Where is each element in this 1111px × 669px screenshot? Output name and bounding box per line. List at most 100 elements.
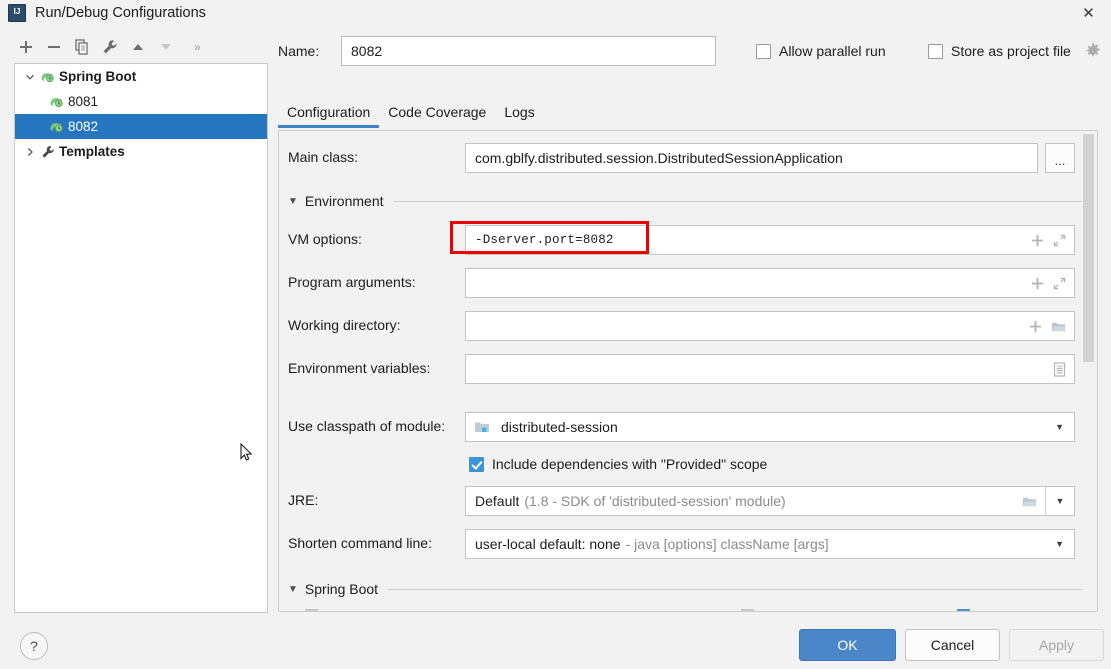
store-as-project-file-checkbox[interactable]: Store as project file (928, 43, 1071, 59)
checkbox-box (756, 43, 771, 59)
form-scrollbar-track[interactable] (1082, 132, 1096, 611)
plus-icon[interactable] (1029, 320, 1042, 333)
name-row: Name: 8082 Allow parallel run Store as p… (278, 36, 1098, 68)
folder-icon[interactable] (1051, 320, 1066, 333)
expand-icon[interactable] (1053, 234, 1066, 247)
store-as-project-file-label: Store as project file (951, 43, 1071, 59)
configuration-form-panel: Main class: com.gblfy.distributed.sessio… (278, 130, 1098, 612)
vm-options-field-icons (1031, 234, 1074, 247)
checkbox-box[interactable] (305, 609, 318, 611)
environment-variables-input[interactable] (465, 354, 1075, 384)
spring-boot-icon (48, 119, 66, 135)
main-class-input[interactable]: com.gblfy.distributed.session.Distribute… (465, 143, 1038, 173)
environment-variables-row: Environment variables: (279, 354, 1097, 384)
expand-icon[interactable] (1053, 277, 1066, 290)
jre-browse-icon-wrap (1022, 495, 1045, 508)
configurations-tree[interactable]: Spring Boot 8081 8082 Templates (14, 63, 268, 613)
program-arguments-label: Program arguments: (288, 274, 416, 290)
tab-code-coverage[interactable]: Code Coverage (379, 100, 495, 126)
vm-options-value: -Dserver.port=8082 (475, 233, 614, 247)
edit-templates-wrench-icon[interactable] (96, 33, 124, 61)
tree-node-spring-boot[interactable]: Spring Boot (15, 64, 267, 89)
include-provided-scope-label: Include dependencies with "Provided" sco… (492, 456, 768, 472)
vm-options-label: VM options: (288, 231, 362, 247)
configurations-toolbar: » (12, 32, 268, 62)
spring-boot-icon (48, 94, 66, 110)
move-up-button[interactable] (124, 33, 152, 61)
chevron-down-icon[interactable]: ▼ (1055, 539, 1074, 549)
shorten-command-line-select[interactable]: user-local default: none - java [options… (465, 529, 1075, 559)
gear-icon[interactable] (1084, 42, 1102, 63)
spring-boot-section-label: Spring Boot (304, 581, 379, 597)
name-input[interactable]: 8082 (341, 36, 716, 66)
main-class-browse-button[interactable]: ... (1045, 143, 1075, 173)
configuration-tabs: Configuration Code Coverage Logs (278, 100, 1098, 128)
use-classpath-of-module-select[interactable]: distributed-session ▼ (465, 412, 1075, 442)
list-icon[interactable] (1053, 361, 1066, 377)
vm-options-input[interactable]: -Dserver.port=8082 (465, 225, 1075, 255)
jre-row: JRE: Default (1.8 - SDK of 'distributed-… (279, 486, 1097, 516)
name-input-value: 8082 (351, 43, 383, 59)
toolbar-overflow-button[interactable]: » (194, 40, 201, 54)
working-directory-label: Working directory: (288, 317, 401, 333)
close-icon[interactable]: ✕ (1066, 0, 1111, 26)
wrench-icon (39, 144, 57, 160)
use-classpath-of-module-value: distributed-session (501, 419, 618, 435)
chevron-down-icon[interactable] (21, 68, 39, 86)
checkbox-box (928, 43, 943, 59)
checkbox-box[interactable] (957, 609, 970, 611)
tree-node-8082[interactable]: 8082 (15, 114, 267, 139)
copy-configuration-button[interactable] (68, 33, 96, 61)
form-scrollbar-thumb[interactable] (1083, 134, 1094, 362)
folder-icon[interactable] (1022, 495, 1037, 508)
plus-icon[interactable] (1031, 277, 1044, 290)
jre-select[interactable]: Default (1.8 - SDK of 'distributed-sessi… (465, 486, 1075, 516)
program-arguments-input[interactable] (465, 268, 1075, 298)
working-directory-row: Working directory: (279, 311, 1097, 341)
tab-logs[interactable]: Logs (495, 100, 543, 126)
caret-down-icon[interactable]: ▼ (288, 584, 298, 595)
include-provided-scope-checkbox[interactable]: Include dependencies with "Provided" sco… (469, 456, 767, 472)
module-icon (474, 420, 490, 434)
tree-node-label: Spring Boot (59, 69, 137, 84)
use-classpath-of-module-label: Use classpath of module: (288, 418, 446, 434)
program-arguments-field-icons (1031, 277, 1074, 290)
plus-icon[interactable] (1031, 234, 1044, 247)
vm-options-row: VM options: -Dserver.port=8082 (279, 225, 1097, 255)
jre-dropdown-arrow[interactable]: ▼ (1045, 487, 1074, 515)
move-down-button[interactable] (152, 33, 180, 61)
name-label: Name: (278, 43, 320, 59)
intellij-idea-icon (8, 4, 26, 22)
ok-button[interactable]: OK (799, 629, 896, 661)
spring-boot-options-row-clipped (293, 609, 1083, 611)
help-button[interactable]: ? (20, 632, 48, 660)
cancel-button[interactable]: Cancel (905, 629, 1000, 661)
working-directory-input[interactable] (465, 311, 1075, 341)
remove-configuration-button[interactable] (40, 33, 68, 61)
jre-label: JRE: (288, 492, 319, 508)
shorten-command-line-value: user-local default: none (475, 536, 621, 552)
main-class-label: Main class: (288, 149, 359, 165)
tree-node-label: Templates (59, 144, 125, 159)
allow-parallel-run-checkbox[interactable]: Allow parallel run (756, 43, 886, 59)
checkbox-box (469, 456, 484, 472)
chevron-right-icon[interactable] (21, 143, 39, 161)
add-configuration-button[interactable] (12, 33, 40, 61)
caret-down-icon[interactable]: ▼ (288, 196, 298, 207)
tab-configuration[interactable]: Configuration (278, 100, 380, 128)
apply-button[interactable]: Apply (1009, 629, 1104, 661)
environment-section-header[interactable]: ▼ Environment (288, 193, 1088, 209)
spring-boot-section-header[interactable]: ▼ Spring Boot (288, 581, 1088, 597)
chevron-down-icon[interactable]: ▼ (1055, 422, 1074, 432)
section-divider (388, 588, 1088, 590)
environment-variables-label: Environment variables: (288, 360, 431, 376)
tree-node-8081[interactable]: 8081 (15, 89, 267, 114)
checkbox-box[interactable] (741, 609, 754, 611)
tree-node-label: 8082 (68, 119, 99, 134)
shorten-command-line-label: Shorten command line: (288, 535, 432, 551)
spring-boot-icon (39, 69, 57, 85)
jre-value: Default (475, 493, 520, 509)
shorten-command-line-value-hint: - java [options] className [args] (625, 536, 829, 552)
main-class-row: Main class: com.gblfy.distributed.sessio… (279, 143, 1097, 173)
tree-node-templates[interactable]: Templates (15, 139, 267, 164)
